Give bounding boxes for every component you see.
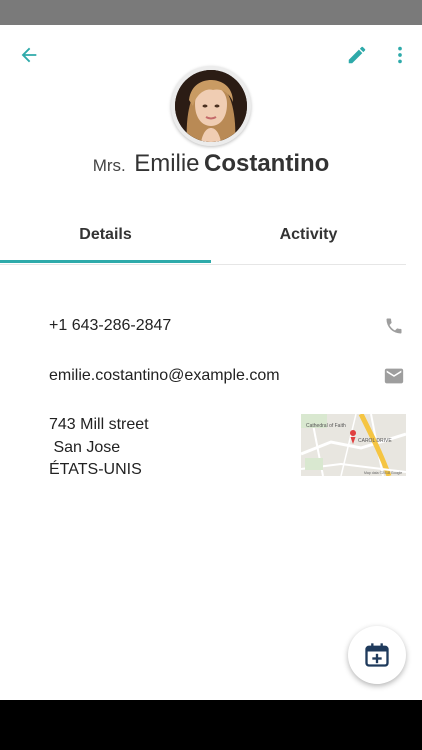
tab-details[interactable]: Details: [0, 206, 211, 264]
first-name: Emilie: [134, 150, 200, 177]
status-bar: [0, 0, 422, 25]
email-button[interactable]: [382, 364, 406, 388]
edit-button[interactable]: [340, 38, 374, 72]
avatar: [171, 66, 251, 146]
postal-address[interactable]: 743 Mill street San Jose ÉTATS-UNIS: [49, 414, 149, 482]
contact-name: Mrs. Emilie Costantino: [0, 150, 422, 178]
map-attribution: Map data ©2018 Google: [364, 471, 402, 475]
map-label-cathedral: Cathedral of Faith: [306, 423, 346, 429]
calendar-add-icon: [365, 643, 389, 667]
pencil-icon: [348, 46, 366, 64]
avatar-photo: [175, 70, 247, 142]
mail-icon: [384, 368, 404, 384]
arrow-left-icon: [21, 47, 37, 63]
more-options-button[interactable]: [386, 38, 414, 72]
tab-details-label: Details: [79, 226, 132, 243]
phone-number[interactable]: +1 643-286-2847: [49, 315, 171, 337]
back-button[interactable]: [12, 38, 46, 72]
call-button[interactable]: [382, 314, 406, 338]
address-country: ÉTATS-UNIS: [49, 461, 142, 478]
email-address[interactable]: emilie.costantino@example.com: [49, 365, 280, 387]
phone-icon: [386, 318, 402, 334]
active-tab-indicator: [0, 260, 211, 263]
address-street: 743 Mill street: [49, 416, 149, 433]
add-event-button[interactable]: [348, 626, 406, 684]
map-label-street: CAROL DRIVE: [358, 438, 392, 444]
last-name: Costantino: [203, 150, 330, 177]
address-city: San Jose: [49, 438, 121, 456]
tab-bar: Details Activity: [0, 206, 406, 265]
more-vert-icon: [398, 46, 402, 64]
system-navigation-bar: [0, 700, 422, 750]
tab-activity[interactable]: Activity: [211, 206, 406, 264]
tab-activity-label: Activity: [279, 226, 338, 243]
name-title: Mrs.: [92, 156, 126, 175]
map-thumbnail[interactable]: Cathedral of Faith CAROL DRIVE Map data …: [301, 414, 406, 476]
